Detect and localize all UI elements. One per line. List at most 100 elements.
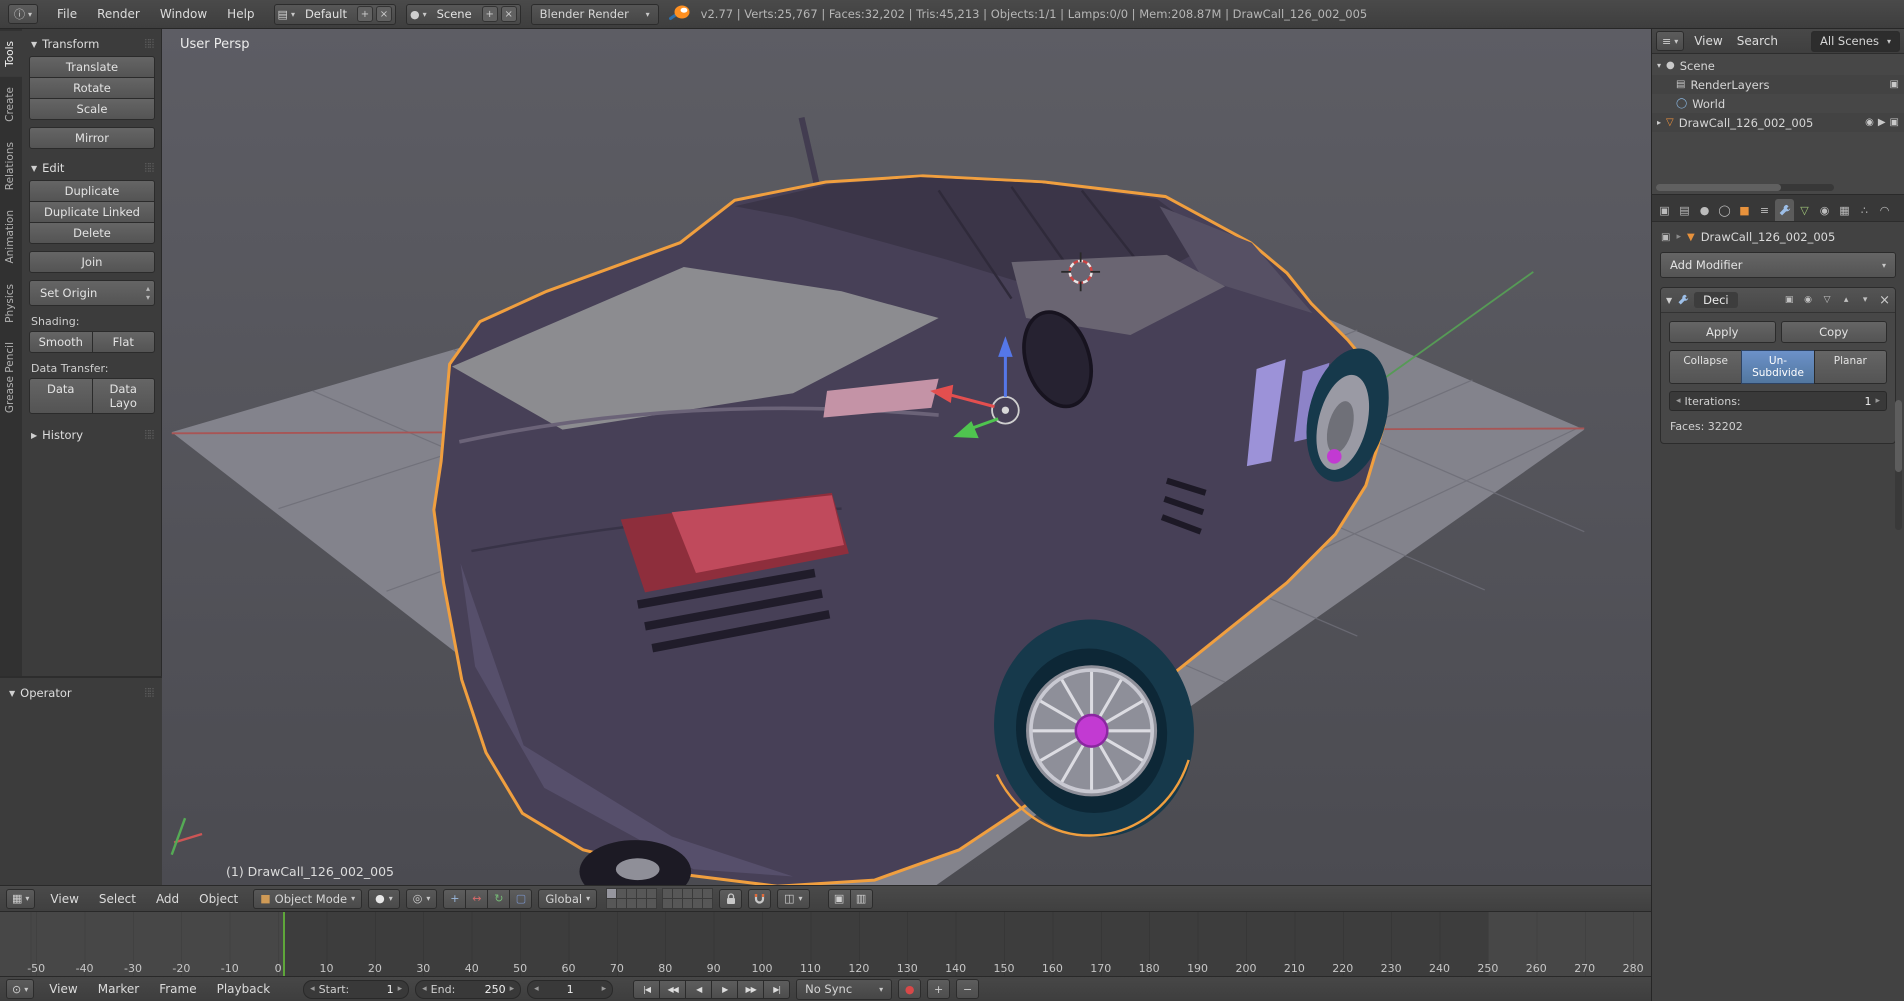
scene-selector[interactable]: ● ▾ Scene + × [405,3,521,25]
translate-toggle[interactable]: ↔ [465,888,489,909]
keying-set-remove-button[interactable]: − [956,979,980,999]
menu-item[interactable]: Help [218,4,263,24]
end-frame-field[interactable]: ◂ End: 250 ▸ [415,979,522,999]
add-scene-button[interactable]: + [481,6,498,22]
iterations-field[interactable]: ◂ Iterations: 1 ▸ [1669,391,1887,411]
rotate-toggle[interactable]: ↻ [487,888,511,909]
play-button[interactable]: ▶ [711,979,739,999]
tab-render[interactable]: ▣ [1655,199,1674,221]
mode-dropdown[interactable]: ■ Object Mode ▾ [253,888,363,909]
menu-item[interactable]: Object [190,889,247,909]
render-toggle-icon[interactable]: ▣ [1890,79,1899,90]
orientation-dropdown[interactable]: Global ▾ [538,888,598,909]
expand-triangle-icon[interactable]: ▸ [1657,118,1661,127]
outliner-row-object[interactable]: ▸ ▽ DrawCall_126_002_005 ◉ ▶ ▣ [1652,113,1904,132]
transform-button[interactable]: Rotate [29,77,155,99]
manipulator-toggle[interactable]: + [443,888,467,909]
editor-type-timeline-button[interactable]: ⊙ ▾ [6,979,35,999]
opengl-render-anim-button[interactable]: ▥ [849,888,873,909]
menu-item[interactable]: File [48,4,86,24]
tab-scene[interactable]: ● [1695,199,1714,221]
tab-particles[interactable]: ∴ [1855,199,1874,221]
render-visibility-icon[interactable]: ▣ [1782,295,1796,305]
renderability-camera-icon[interactable]: ▣ [1890,117,1899,128]
panel-header-operator[interactable]: ▼ Operator ⣿⣿ [7,680,155,705]
play-reverse-button[interactable]: ◀ [685,979,713,999]
edit-button[interactable]: Duplicate Linked [29,201,155,223]
visibility-eye-icon[interactable]: ◉ [1865,117,1874,128]
edit-button[interactable]: Duplicate [29,180,155,202]
outliner-row-world[interactable]: ◯ World [1652,94,1904,113]
menu-item[interactable]: Render [88,4,149,24]
snap-toggle[interactable] [748,888,772,909]
jump-to-end-button[interactable]: ▶| [763,979,791,999]
tab-object[interactable]: ■ [1735,199,1754,221]
shading-button[interactable]: Smooth [29,331,93,353]
viewport-canvas[interactable] [162,29,1651,885]
lock-toggle[interactable] [719,888,743,909]
menu-item[interactable]: Select [90,889,145,909]
move-up-icon[interactable]: ▴ [1839,295,1853,305]
tab-constraints[interactable]: ≡ [1755,199,1774,221]
layer-toggle[interactable] [646,897,658,909]
opengl-render-still-button[interactable]: ▣ [827,888,851,909]
modifier-name-field[interactable]: Deci [1694,292,1738,308]
set-origin-dropdown[interactable]: Set Origin ▴ ▾ [29,280,155,306]
toolshelf-tab[interactable]: Tools [0,31,22,77]
selectability-pointer-icon[interactable]: ▶ [1878,117,1886,128]
current-frame-field[interactable]: ◂ 1 ▸ [527,979,614,999]
copy-button[interactable]: Copy [1780,321,1887,343]
collapse-triangle-icon[interactable]: ▼ [1666,296,1672,305]
scale-toggle[interactable]: ▢ [509,888,533,909]
shading-button[interactable]: Flat [91,331,155,353]
record-button[interactable]: ● [898,979,922,999]
data-transfer-button[interactable]: Data Layo [91,378,155,414]
mirror-button[interactable]: Mirror [29,127,155,149]
menu-item[interactable]: View [1688,31,1728,51]
outliner-row-scene[interactable]: ▾ ● Scene [1652,56,1904,75]
start-frame-field[interactable]: ◂ Start: 1 ▸ [303,979,410,999]
tab-modifiers[interactable] [1775,199,1794,221]
editor-type-info-button[interactable]: ⓘ ▾ [8,4,39,24]
viewport-shading-dropdown[interactable]: ● ▾ [368,888,400,909]
toolshelf-tab[interactable]: Grease Pencil [0,332,22,423]
pivot-dropdown[interactable]: ◎ ▾ [405,888,438,909]
toolshelf-tab[interactable]: Relations [0,132,22,200]
join-button[interactable]: Join [29,251,155,273]
screen-layout-selector[interactable]: ▤ ▾ Default + × [273,3,396,25]
keying-set-add-button[interactable]: + [927,979,951,999]
expand-triangle-icon[interactable]: ▾ [1657,61,1661,70]
editmode-visibility-icon[interactable]: ▽ [1820,295,1834,305]
properties-scrollbar[interactable] [1895,400,1902,530]
snap-element-dropdown[interactable]: ◫ ▾ [777,888,810,909]
prev-keyframe-button[interactable]: ◀◀ [659,979,687,999]
apply-button[interactable]: Apply [1669,321,1776,343]
jump-to-start-button[interactable]: |◀ [633,979,661,999]
render-engine-dropdown[interactable]: Blender Render ▾ [530,3,659,25]
menu-item[interactable]: View [40,979,86,999]
transform-button[interactable]: Scale [29,98,155,120]
menu-item[interactable]: Marker [89,979,148,999]
scenes-filter-dropdown[interactable]: All Scenes ▾ [1811,30,1900,52]
add-layout-button[interactable]: + [356,6,373,22]
editor-type-3dview-button[interactable]: ▦ ▾ [6,888,36,909]
next-keyframe-button[interactable]: ▶▶ [737,979,765,999]
edit-button[interactable]: Delete [29,222,155,244]
editor-type-outliner-button[interactable]: ≡ ▾ [1656,31,1685,51]
outliner-row-renderlayers[interactable]: ▤ RenderLayers ▣ [1652,75,1904,94]
planar-mode-button[interactable]: Planar [1813,350,1887,384]
panel-header-history[interactable]: ▶ History ⣿⣿ [29,422,155,447]
toolshelf-tab[interactable]: Create [0,77,22,132]
scrollbar-thumb[interactable] [1656,184,1781,191]
menu-item[interactable]: Search [1731,31,1784,51]
close-icon[interactable]: × [1879,293,1890,308]
menu-item[interactable]: View [41,889,87,909]
menu-item[interactable]: Add [147,889,188,909]
add-modifier-dropdown[interactable]: Add Modifier ▾ [1660,252,1896,278]
toolshelf-tab[interactable]: Animation [0,200,22,274]
sync-dropdown[interactable]: No Sync ▾ [796,978,893,1000]
menu-item[interactable]: Playback [208,979,280,999]
panel-header-edit[interactable]: ▼ Edit ⣿⣿ [29,155,155,180]
delete-layout-button[interactable]: × [375,6,392,22]
move-down-icon[interactable]: ▾ [1858,295,1872,305]
